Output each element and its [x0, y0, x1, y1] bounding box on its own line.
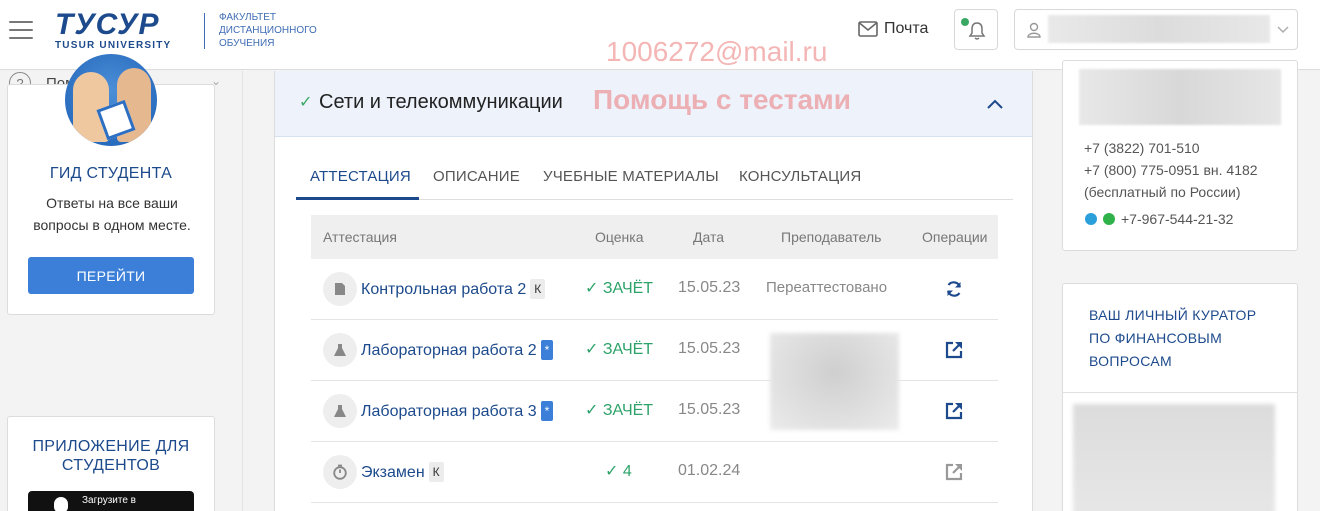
- store-label: Загрузите в: [82, 495, 136, 506]
- teacher-value: Переаттестовано: [766, 279, 888, 296]
- chevron-down-icon: [1277, 26, 1289, 33]
- document-icon: [323, 272, 357, 306]
- faculty-name: ФАКУЛЬТЕТ ДИСТАНЦИОННОГО ОБУЧЕНИЯ: [219, 12, 317, 49]
- teacher-name-redacted: [770, 333, 899, 430]
- bell-icon: [968, 22, 986, 40]
- telegram-icon: [1085, 213, 1097, 225]
- flask-icon: [323, 333, 357, 367]
- app-title: ПРИЛОЖЕНИЕ ДЛЯ СТУДЕНТОВ: [32, 438, 190, 474]
- col-teacher: Преподаватель: [781, 229, 882, 245]
- tusur-logo[interactable]: ТУСУР TUSUR UNIVERSITY: [55, 8, 172, 52]
- watermark-text: Помощь с тестами: [593, 84, 851, 115]
- apple-icon: [54, 497, 68, 511]
- mail-link[interactable]: Почта: [858, 20, 928, 38]
- students-avatar-image: [65, 54, 157, 146]
- date-value: 15.05.23: [678, 279, 741, 296]
- course-tabs: АТТЕСТАЦИЯ ОПИСАНИЕ УЧЕБНЫЕ МАТЕРИАЛЫ КО…: [296, 159, 1013, 200]
- grade-value: ✓ ЗАЧЁТ: [585, 402, 654, 419]
- logo-divider: [204, 13, 205, 49]
- curator-photo-redacted: [1073, 404, 1275, 511]
- date-value: 15.05.23: [678, 401, 741, 418]
- messenger-phone: +7-967-544-21-32: [1121, 211, 1234, 227]
- flask-icon: [323, 394, 357, 428]
- table-header: Аттестация Оценка Дата Преподаватель Опе…: [311, 215, 998, 259]
- date-value: 01.02.24: [678, 462, 741, 479]
- assessment-name[interactable]: Лабораторная работа 3 *: [361, 401, 554, 421]
- user-name-redacted: [1048, 15, 1270, 43]
- external-link-icon[interactable]: [944, 462, 964, 482]
- check-icon: ✓: [299, 94, 313, 111]
- notifications-button[interactable]: [954, 9, 998, 50]
- divider: [1063, 392, 1297, 393]
- tab-attestation[interactable]: АТТЕСТАЦИЯ: [310, 168, 411, 185]
- col-operations: Операции: [922, 229, 988, 245]
- assessment-badge: К: [530, 279, 546, 299]
- watermark-email: 1006272@mail.ru: [606, 36, 828, 67]
- external-link-icon[interactable]: [944, 401, 964, 421]
- curator-card: ВАШ ЛИЧНЫЙ КУРАТОР ПО ФИНАНСОВЫМ ВОПРОСА…: [1062, 283, 1298, 511]
- table-row: Контрольная работа 2К ✓ ЗАЧЁТ 15.05.23 П…: [311, 259, 998, 320]
- assessment-badge: К: [428, 462, 444, 482]
- refresh-icon[interactable]: [944, 279, 964, 299]
- phone-note: (бесплатный по России): [1084, 184, 1241, 200]
- guide-text: Ответы на все ваши вопросы в одном месте…: [33, 195, 191, 233]
- contact-redacted: [1079, 69, 1281, 125]
- assessment-badge: *: [540, 401, 554, 421]
- tab-consultation[interactable]: КОНСУЛЬТАЦИЯ: [739, 168, 861, 185]
- assessment-name[interactable]: Лабораторная работа 2 *: [361, 340, 554, 360]
- grade-value: ✓ 4: [605, 463, 632, 480]
- date-value: 15.05.23: [678, 340, 741, 357]
- external-link-icon[interactable]: [944, 340, 964, 360]
- assessment-badge: *: [540, 340, 554, 360]
- tab-materials[interactable]: УЧЕБНЫЕ МАТЕРИАЛЫ: [543, 168, 719, 185]
- app-store-button[interactable]: Загрузите в: [28, 491, 194, 511]
- table-row: Экзамен К ✓ 4 01.02.24: [311, 442, 998, 503]
- menu-icon[interactable]: [9, 21, 33, 39]
- phone-list: +7 (3822) 701-510 +7 (800) 775-0951 вн. …: [1084, 137, 1258, 203]
- grade-value: ✓ ЗАЧЁТ: [585, 341, 654, 358]
- stopwatch-icon: [323, 455, 357, 489]
- contacts-card: +7 (3822) 701-510 +7 (800) 775-0951 вн. …: [1062, 60, 1298, 251]
- go-button[interactable]: ПЕРЕЙТИ: [28, 257, 194, 294]
- logo-sub-text: TUSUR UNIVERSITY: [55, 40, 172, 51]
- mail-label: Почта: [884, 20, 929, 37]
- course-title: Сети и телекоммуникации: [319, 91, 563, 113]
- phone-2[interactable]: +7 (800) 775-0951 вн. 4182: [1084, 159, 1258, 181]
- tab-description[interactable]: ОПИСАНИЕ: [433, 168, 520, 185]
- col-attestation: Аттестация: [323, 229, 397, 245]
- col-date: Дата: [693, 229, 725, 245]
- user-icon: [1027, 22, 1041, 38]
- chevron-up-icon[interactable]: [986, 95, 1004, 113]
- grade-value: ✓ ЗАЧЁТ: [585, 280, 654, 297]
- whatsapp-icon: [1103, 213, 1115, 225]
- messenger-contact[interactable]: +7-967-544-21-32: [1085, 211, 1233, 227]
- user-menu[interactable]: [1014, 9, 1298, 50]
- active-tab-indicator: [296, 197, 419, 200]
- logo-main-text: ТУСУР: [55, 8, 160, 41]
- course-panel: ✓ Сети и телекоммуникации АТТЕСТАЦИЯ ОПИ…: [274, 71, 1033, 511]
- assessment-name[interactable]: Контрольная работа 2К: [361, 279, 546, 299]
- envelope-icon: [858, 21, 878, 37]
- student-app-card: ПРИЛОЖЕНИЕ ДЛЯ СТУДЕНТОВ Загрузите в: [7, 416, 215, 511]
- col-grade: Оценка: [595, 229, 644, 245]
- phone-1[interactable]: +7 (3822) 701-510: [1084, 137, 1258, 159]
- assessment-name[interactable]: Экзамен К: [361, 462, 444, 482]
- guide-title: ГИД СТУДЕНТА: [49, 165, 173, 182]
- curator-title: ВАШ ЛИЧНЫЙ КУРАТОР ПО ФИНАНСОВЫМ ВОПРОСА…: [1089, 307, 1257, 369]
